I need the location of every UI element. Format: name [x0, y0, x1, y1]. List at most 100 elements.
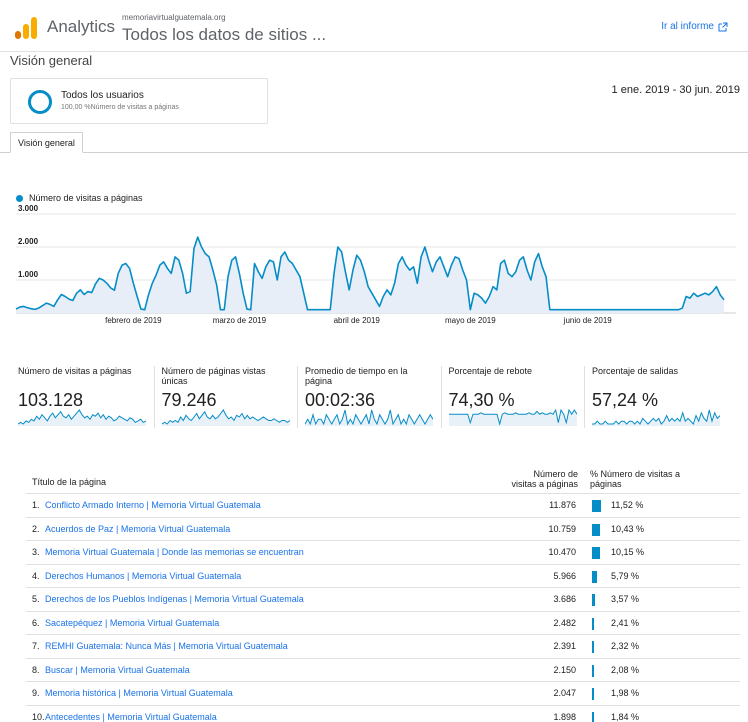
row-index: 8. — [32, 664, 40, 675]
metric-card[interactable]: Número de visitas a páginas 103.128 — [14, 362, 154, 430]
page-title-link[interactable]: Derechos de los Pueblos Indígenas | Memo… — [45, 588, 304, 612]
row-percent: 1,98 % — [611, 688, 640, 698]
column-header-percent-line2: páginas — [590, 479, 622, 489]
tab-divider — [0, 152, 748, 153]
row-percent: 10,15 % — [611, 547, 645, 557]
metric-label: Número de páginas vistas únicas — [161, 366, 266, 386]
page-title-link[interactable]: Buscar | Memoria Virtual Guatemala — [45, 659, 190, 683]
page-title-link[interactable]: Acuerdos de Paz | Memoria Virtual Guatem… — [45, 518, 230, 542]
column-header-percent-line1: % Número de visitas a — [590, 469, 681, 479]
analytics-logo-icon[interactable] — [14, 16, 38, 40]
go-to-report-link[interactable]: Ir al informe — [661, 21, 728, 32]
app-name: Analytics — [47, 17, 116, 36]
row-percent: 2,41 % — [611, 617, 640, 628]
row-percent-bar — [592, 547, 600, 559]
row-visits: 11.876 — [549, 500, 576, 510]
date-range-selector[interactable]: 1 ene. 2019 - 30 jun. 2019 — [612, 84, 740, 96]
metric-sparkline-line — [305, 409, 433, 426]
row-index: 10. — [32, 711, 45, 722]
page-title-link[interactable]: Memoria histórica | Memoria Virtual Guat… — [45, 682, 233, 706]
row-percent-bar — [592, 570, 597, 583]
metric-divider — [153, 366, 155, 428]
pageviews-chart[interactable]: 1.000 2.000 3.000 febrero de 2019 marzo de 2… — [0, 205, 748, 330]
property-selector[interactable]: Todos los datos de sitios ... — [122, 25, 326, 45]
account-name[interactable]: memoriavirtualguatemala.org — [122, 13, 226, 22]
go-to-report-label: Ir al informe — [661, 21, 714, 32]
row-index: 5. — [32, 594, 40, 604]
metric-sparkline — [161, 409, 290, 426]
metric-card[interactable]: Porcentaje de rebote 74,30 % — [445, 362, 585, 430]
row-percent-bar — [592, 641, 594, 653]
row-index: 2. — [32, 523, 40, 534]
metric-label: Porcentaje de salidas — [592, 366, 679, 376]
row-percent-bar — [592, 688, 594, 700]
top-pages-table: Título de la página Número de visitas a … — [26, 468, 740, 722]
page-title-link[interactable]: Sacatepéquez | Memoria Virtual Guatemala — [45, 612, 219, 636]
metric-label: Número de visitas a páginas — [18, 366, 132, 376]
row-index: 3. — [32, 547, 40, 557]
row-index: 9. — [32, 688, 40, 698]
row-index: 7. — [32, 641, 40, 651]
segment-description: 100,00 %Número de visitas a páginas — [61, 104, 179, 111]
table-row: 3. Memoria Virtual Guatemala | Donde las … — [26, 541, 740, 565]
row-percent: 2,32 % — [611, 641, 640, 651]
row-visits: 2.391 — [553, 641, 576, 651]
row-percent: 1,84 % — [611, 711, 640, 722]
y-tick-label: 1.000 — [18, 270, 39, 279]
table-row: 5. Derechos de los Pueblos Indígenas | Me… — [26, 588, 740, 612]
page-title-link[interactable]: Conflicto Armado Interno | Memoria Virtu… — [45, 494, 261, 518]
row-percent: 2,08 % — [611, 664, 640, 675]
row-visits: 10.759 — [548, 523, 576, 534]
page-title-link[interactable]: Derechos Humanos | Memoria Virtual Guate… — [45, 565, 241, 589]
metric-sparkline-area — [18, 410, 146, 426]
metric-divider — [584, 366, 585, 428]
legend-label: Número de visitas a páginas — [29, 193, 143, 203]
row-percent: 5,79 % — [611, 570, 640, 581]
row-percent-bar — [592, 594, 595, 606]
x-tick-label: abril de 2019 — [334, 316, 381, 325]
chart-legend: Número de visitas a páginas — [16, 193, 143, 203]
metric-divider — [440, 366, 442, 428]
table-row: 7. REMHI Guatemala: Nunca Más | Memoria V… — [26, 635, 740, 659]
table-row: 6. Sacatepéquez | Memoria Virtual Guatema… — [26, 612, 740, 636]
row-visits: 10.470 — [548, 547, 576, 557]
external-link-icon — [718, 22, 728, 31]
metric-divider — [297, 366, 298, 428]
column-header-title[interactable]: Título de la página — [32, 477, 106, 487]
metric-sparkline — [305, 409, 433, 426]
metric-card[interactable]: Porcentaje de salidas 57,24 % — [588, 362, 728, 430]
metrics-row: Número de visitas a páginas 103.128 Número… — [0, 362, 748, 432]
page-title-link[interactable]: Antecedentes | Memoria Virtual Guatemala — [45, 706, 217, 722]
row-percent: 10,43 % — [611, 523, 645, 534]
x-tick-label: marzo de 2019 — [213, 316, 267, 325]
segment-ring-icon — [28, 90, 52, 114]
column-header-visits-line2: visitas a páginas — [511, 479, 578, 489]
metric-sparkline — [448, 408, 577, 426]
segment-card[interactable]: Todos los usuarios 100,00 %Número de vis… — [10, 78, 268, 124]
tab-overview[interactable]: Visión general — [10, 132, 83, 153]
row-index: 6. — [32, 617, 40, 628]
metric-sparkline — [18, 409, 146, 426]
metric-sparkline — [592, 409, 720, 426]
metric-card[interactable]: Número de páginas vistas únicas 79.246 — [158, 362, 298, 430]
row-percent-bar — [592, 664, 594, 677]
page-title: Visión general — [10, 53, 93, 68]
page-title-link[interactable]: Memoria Virtual Guatemala | Donde las me… — [45, 541, 304, 565]
y-tick-label: 3.000 — [18, 205, 39, 213]
row-percent-bar — [592, 617, 594, 630]
page-title-link[interactable]: REMHI Guatemala: Nunca Más | Memoria Vir… — [45, 635, 288, 659]
row-visits: 5.966 — [553, 570, 576, 581]
metric-card[interactable]: Promedio de tiempo en la página 00:02:36 — [301, 362, 441, 430]
table-header: Título de la página Número de visitas a … — [26, 468, 740, 494]
x-tick-label: febrero de 2019 — [105, 316, 162, 325]
row-visits: 1.898 — [553, 711, 576, 722]
y-tick-label: 2.000 — [18, 237, 39, 246]
table-row: 9. Memoria histórica | Memoria Virtual Gu… — [26, 682, 740, 706]
row-visits: 2.150 — [553, 664, 576, 675]
row-visits: 3.686 — [553, 594, 576, 604]
column-header-percent[interactable]: % Número de visitas a páginas — [590, 469, 730, 489]
row-percent: 3,57 % — [611, 594, 640, 604]
row-percent-bar — [592, 711, 594, 722]
column-header-visits[interactable]: Número de visitas a páginas — [511, 469, 578, 489]
table-body: 1. Conflicto Armado Interno | Memoria Vir… — [26, 494, 740, 722]
